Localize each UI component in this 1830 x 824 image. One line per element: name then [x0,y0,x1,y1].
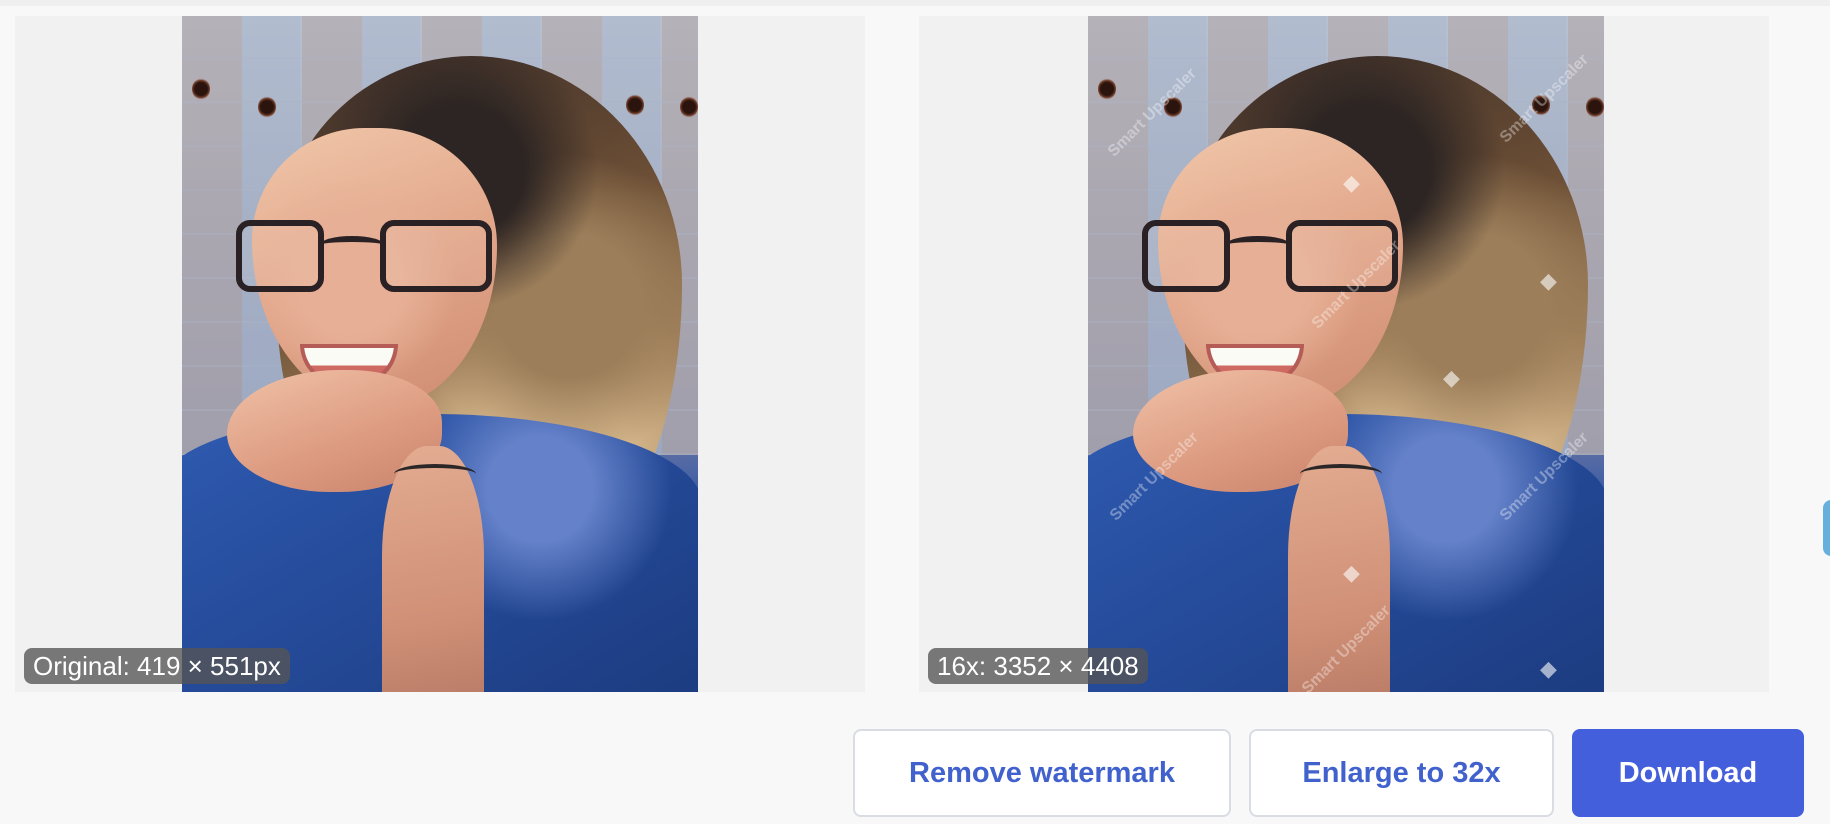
glasses-bridge [320,236,384,254]
glasses-lens-right [1286,220,1398,292]
brick-hole [1098,78,1116,100]
glasses [236,220,492,294]
brick-hole [1586,96,1604,118]
brick-hole [680,96,698,118]
remove-watermark-button[interactable]: Remove watermark [853,729,1231,817]
upscaled-image-panel: Smart Upscaler Smart Upscaler Smart Upsc… [919,16,1769,692]
upscaled-size-label: 16x: 3352 × 4408 [928,648,1148,684]
enlarge-to-32x-button[interactable]: Enlarge to 32x [1249,729,1554,817]
top-divider [0,0,1830,6]
download-button[interactable]: Download [1572,729,1804,817]
brick-hole [192,78,210,100]
brick-hole [1164,96,1182,118]
side-panel-handle[interactable] [1823,500,1830,556]
glasses-lens-left [236,220,324,292]
brick-hole [1532,94,1550,116]
upscaled-photo: Smart Upscaler Smart Upscaler Smart Upsc… [1088,16,1604,692]
glasses-lens-left [1142,220,1230,292]
result-actions: Remove watermark Enlarge to 32x Download [853,729,1804,819]
original-image-panel: Original: 419 × 551px [15,16,865,692]
glasses-lens-right [380,220,492,292]
original-photo [182,16,698,692]
brick-hole [258,96,276,118]
original-size-label: Original: 419 × 551px [24,648,290,684]
bracelet [394,464,476,484]
bracelet [1300,464,1382,484]
brick-hole [626,94,644,116]
glasses [1142,220,1398,294]
glasses-bridge [1226,236,1290,254]
